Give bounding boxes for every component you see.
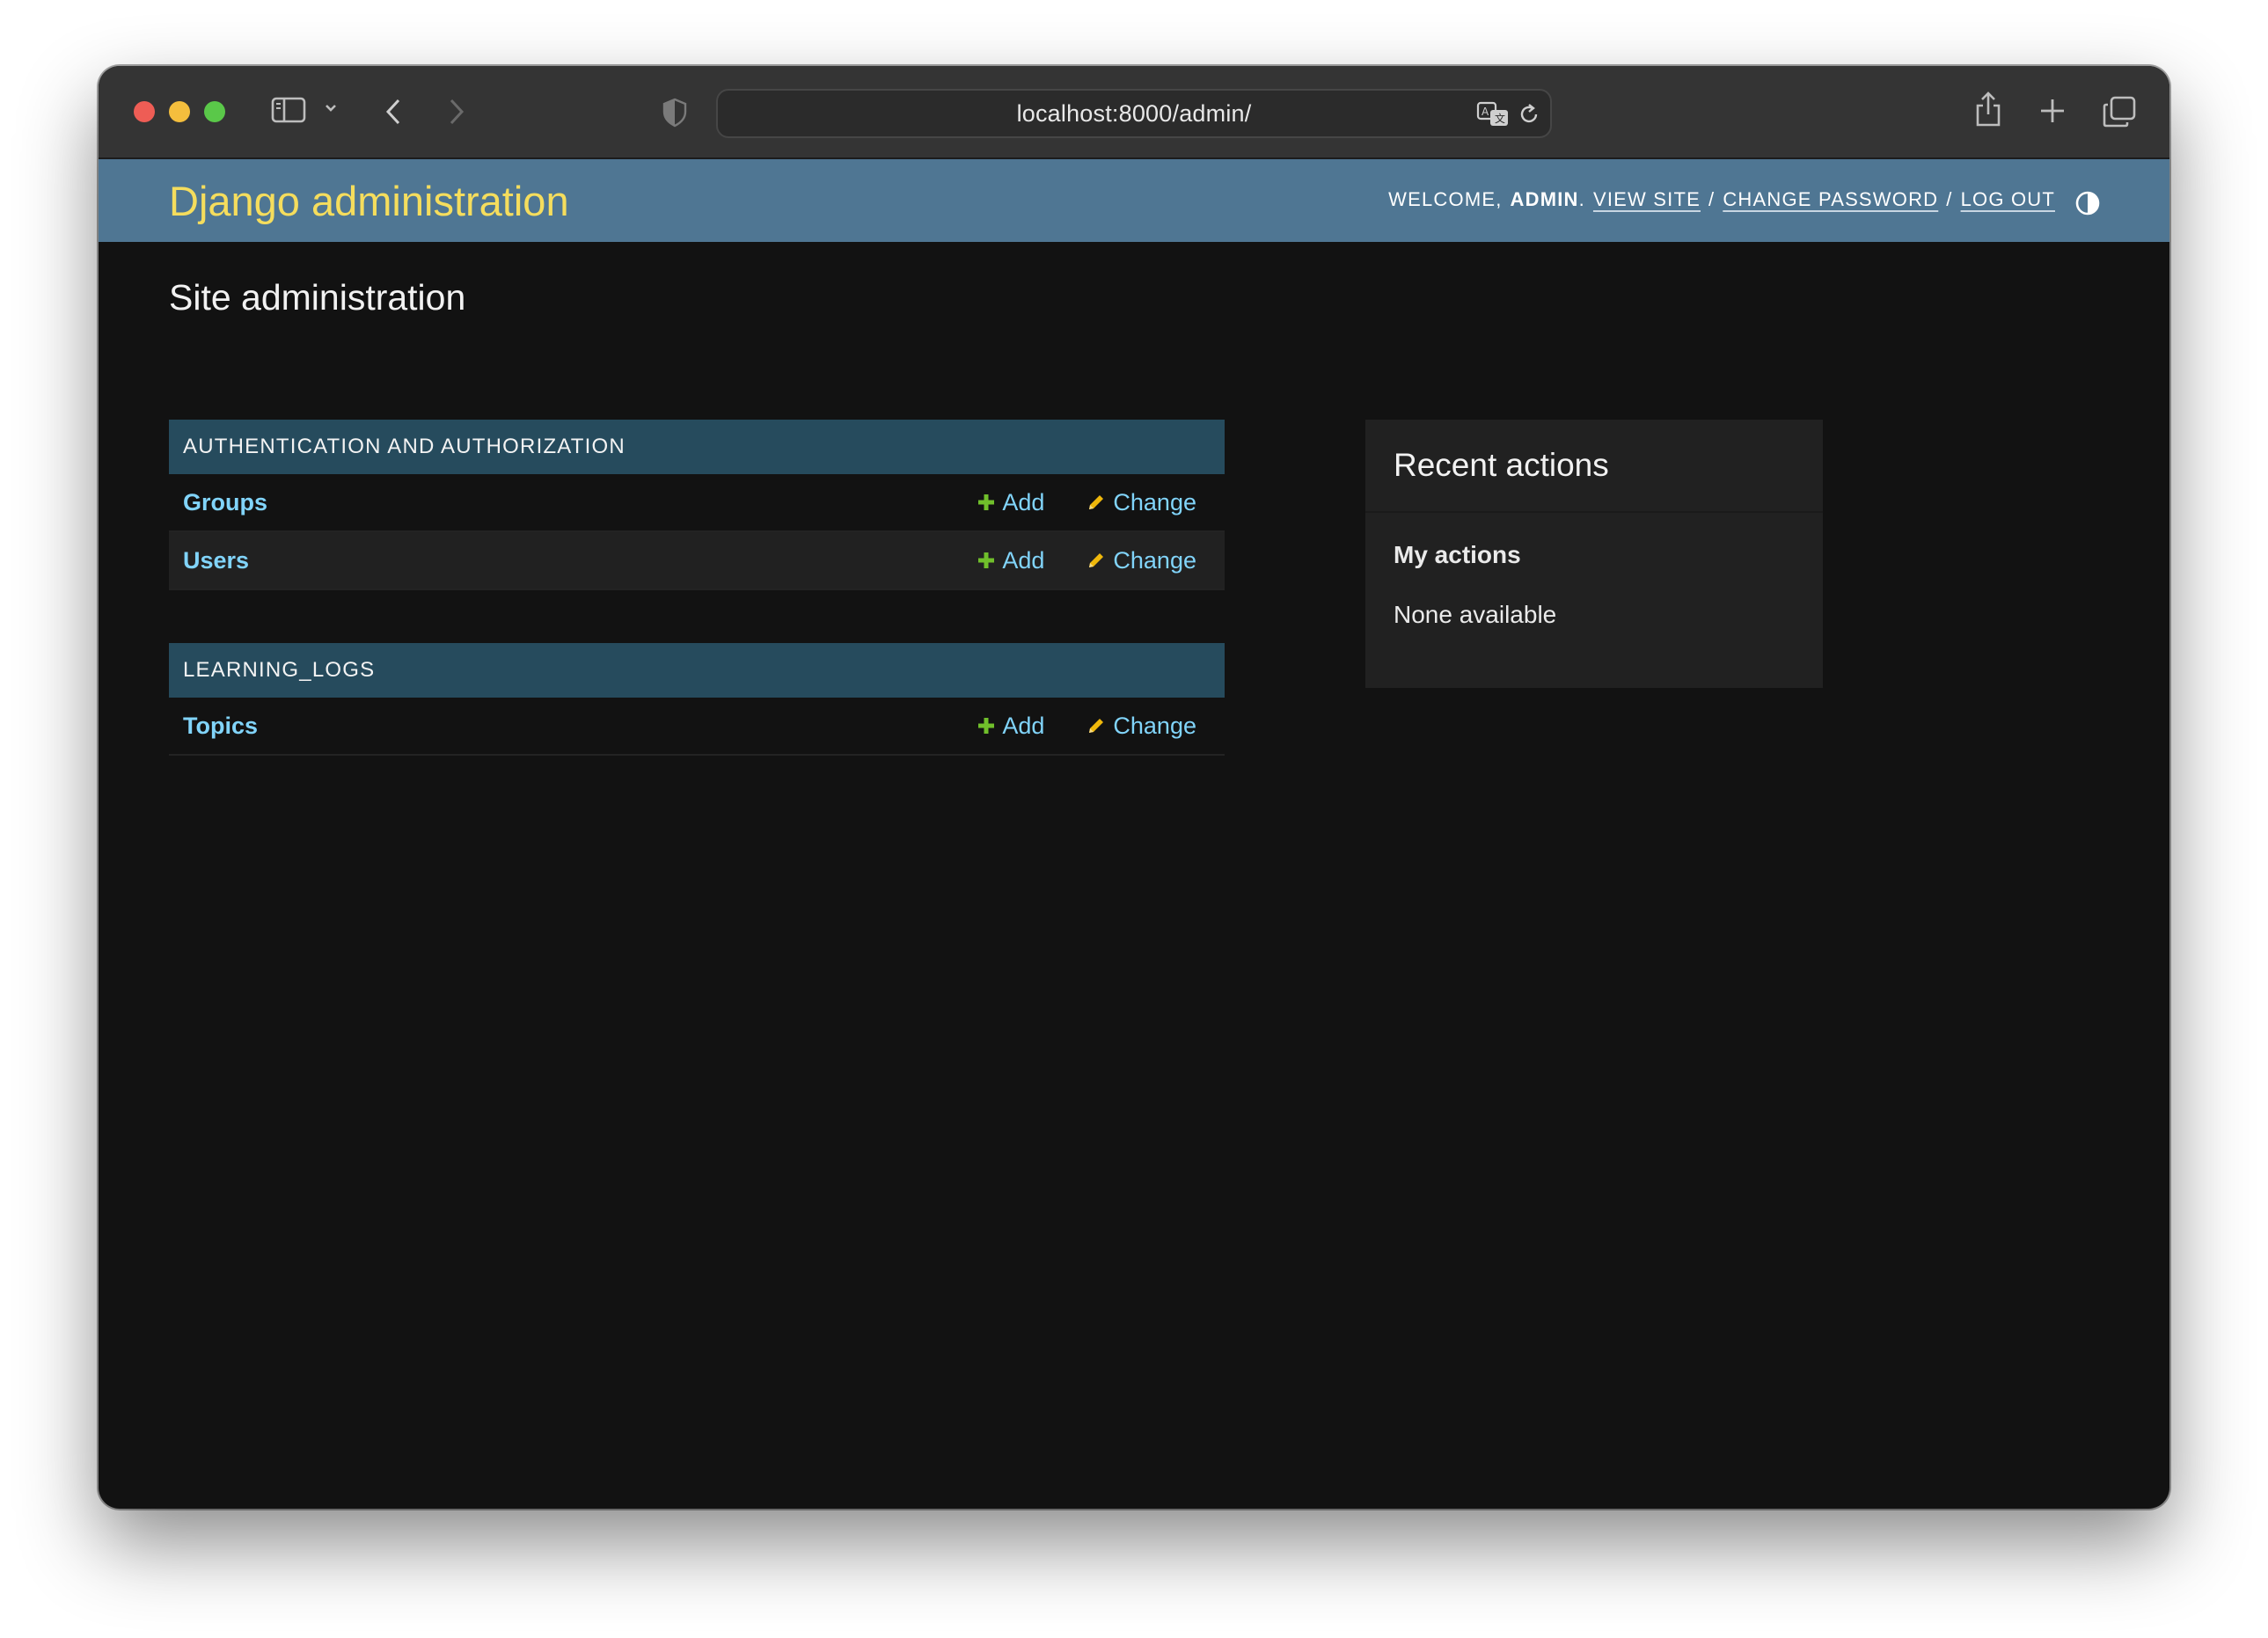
- model-link-groups[interactable]: Groups: [183, 489, 977, 516]
- browser-window: localhost:8000/admin/ A文 Django administ…: [99, 66, 2169, 1509]
- user-tools: WELCOME, ADMIN. VIEW SITE / CHANGE PASSW…: [1388, 188, 2055, 211]
- recent-actions-empty: None available: [1394, 601, 1557, 628]
- recent-actions-title: Recent actions: [1365, 420, 1823, 513]
- app-module-auth: AUTHENTICATION AND AUTHORIZATION Groups …: [169, 420, 1225, 590]
- plus-icon: [978, 494, 995, 510]
- model-row-users: Users Add Change: [169, 532, 1225, 590]
- url-text: localhost:8000/admin/: [1016, 99, 1252, 127]
- zoom-window-button[interactable]: [204, 101, 225, 122]
- recent-actions-panel: Recent actions My actions None available: [1365, 420, 1823, 688]
- change-label: Change: [1113, 546, 1196, 574]
- add-label: Add: [1002, 488, 1045, 516]
- pencil-icon: [1089, 495, 1104, 509]
- pencil-icon: [1089, 553, 1104, 567]
- add-label: Add: [1002, 546, 1045, 574]
- model-row-topics: Topics Add Change: [169, 698, 1225, 756]
- username: ADMIN: [1510, 188, 1579, 210]
- reload-icon[interactable]: [1517, 102, 1541, 127]
- svg-text:A: A: [1482, 106, 1489, 118]
- browser-toolbar: localhost:8000/admin/ A文: [99, 66, 2169, 159]
- minimize-window-button[interactable]: [169, 101, 190, 122]
- change-label: Change: [1113, 712, 1196, 739]
- chevron-down-icon[interactable]: [324, 101, 338, 115]
- main-content: Site administration AUTHENTICATION AND A…: [169, 242, 2169, 1509]
- plus-icon: [978, 552, 995, 568]
- translate-icon[interactable]: A文: [1476, 101, 1511, 128]
- add-label: Add: [1002, 712, 1045, 739]
- model-link-topics[interactable]: Topics: [183, 713, 977, 740]
- welcome-text: WELCOME,: [1388, 188, 1503, 210]
- separator: /: [1946, 188, 1953, 210]
- forward-icon[interactable]: [447, 98, 466, 126]
- tab-overview-icon[interactable]: [2103, 96, 2136, 128]
- address-bar[interactable]: localhost:8000/admin/ A文: [716, 89, 1552, 138]
- sidebar-icon[interactable]: [271, 96, 306, 124]
- separator: /: [1708, 188, 1716, 210]
- my-actions-heading: My actions: [1394, 541, 1521, 568]
- close-window-button[interactable]: [134, 101, 155, 122]
- change-link[interactable]: Change: [1086, 713, 1196, 740]
- plus-icon: [978, 718, 995, 734]
- change-password-link[interactable]: CHANGE PASSWORD: [1723, 188, 1938, 211]
- add-link[interactable]: Add: [977, 547, 1044, 574]
- view-site-link[interactable]: VIEW SITE: [1593, 188, 1701, 211]
- model-row-groups: Groups Add Change: [169, 474, 1225, 532]
- share-icon[interactable]: [1974, 91, 2002, 128]
- app-module-learning-logs: LEARNING_LOGS Topics Add Change: [169, 643, 1225, 756]
- site-branding[interactable]: Django administration: [169, 177, 569, 225]
- module-caption[interactable]: LEARNING_LOGS: [169, 643, 1225, 698]
- module-caption[interactable]: AUTHENTICATION AND AUTHORIZATION: [169, 420, 1225, 474]
- shield-icon[interactable]: [662, 98, 688, 128]
- add-link[interactable]: Add: [977, 713, 1044, 740]
- django-header: Django administration WELCOME, ADMIN. VI…: [99, 159, 2169, 242]
- change-link[interactable]: Change: [1086, 547, 1196, 574]
- log-out-link[interactable]: LOG OUT: [1961, 188, 2055, 211]
- change-link[interactable]: Change: [1086, 489, 1196, 516]
- add-link[interactable]: Add: [977, 489, 1044, 516]
- pencil-icon: [1089, 719, 1104, 733]
- svg-text:文: 文: [1495, 112, 1505, 125]
- change-label: Change: [1113, 488, 1196, 516]
- theme-toggle-icon[interactable]: [2074, 190, 2101, 216]
- page-title: Site administration: [169, 277, 466, 318]
- back-icon[interactable]: [384, 98, 403, 126]
- model-link-users[interactable]: Users: [183, 547, 977, 574]
- new-tab-icon[interactable]: [2039, 98, 2066, 124]
